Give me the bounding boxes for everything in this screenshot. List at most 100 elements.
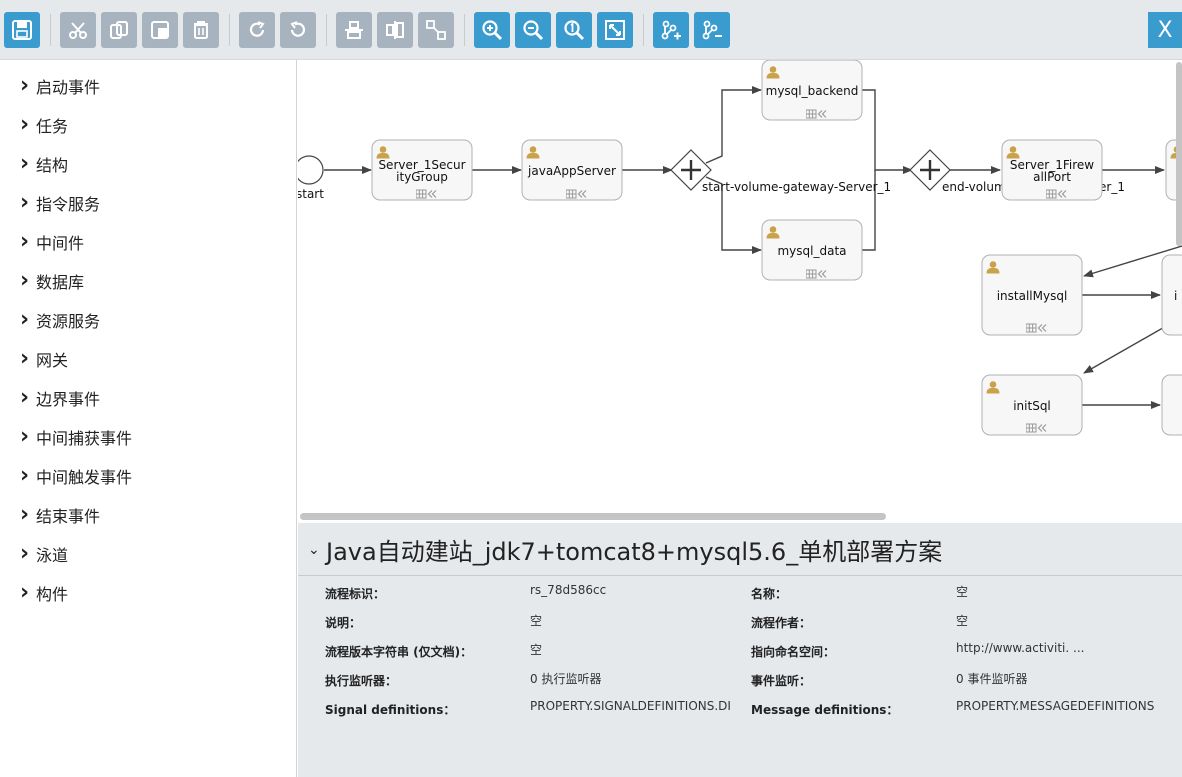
task-label: mysql_backend bbox=[766, 84, 859, 98]
palette-group-label: 边界事件 bbox=[36, 390, 101, 409]
align-vertical-button[interactable] bbox=[336, 12, 372, 48]
property-label: 名称： bbox=[751, 587, 788, 601]
bend-point-add-button[interactable] bbox=[653, 12, 689, 48]
same-size-button[interactable] bbox=[418, 12, 454, 48]
palette-group-label: 中间触发事件 bbox=[36, 468, 133, 487]
task-partial-right-mid[interactable]: i bbox=[1161, 254, 1182, 336]
property-value[interactable]: PROPERTY.SIGNALDEFINITIONS.DI bbox=[530, 699, 744, 713]
scrollbar-thumb[interactable] bbox=[300, 513, 886, 520]
palette-group[interactable]: › 任务 bbox=[20, 113, 68, 137]
property-label: 指向命名空间： bbox=[751, 645, 836, 659]
copy-button[interactable] bbox=[101, 12, 137, 48]
task-mysql-data[interactable]: mysql_data bbox=[761, 219, 863, 281]
task-java-app-server[interactable]: javaAppServer bbox=[521, 139, 623, 201]
property-value[interactable]: 0 执行监听器 bbox=[530, 670, 744, 687]
flow-gateway-to-backend[interactable] bbox=[705, 86, 762, 164]
zoom-out-button[interactable] bbox=[515, 12, 551, 48]
horizontal-scrollbar[interactable] bbox=[298, 510, 1182, 523]
palette-group[interactable]: › 中间触发事件 bbox=[20, 464, 132, 488]
start-event[interactable] bbox=[298, 155, 324, 185]
start-event-label: start bbox=[298, 187, 324, 201]
property-value[interactable]: http://www.activiti. ... bbox=[956, 641, 1176, 655]
palette-group[interactable]: › 结构 bbox=[20, 152, 68, 176]
chevron-right-icon: › bbox=[20, 580, 30, 605]
palette-group[interactable]: › 边界事件 bbox=[20, 386, 100, 410]
task-init-sql[interactable]: initSql bbox=[981, 374, 1083, 436]
task-label: mysql_data bbox=[777, 244, 846, 258]
align-horizontal-button[interactable] bbox=[377, 12, 413, 48]
cut-icon bbox=[69, 22, 87, 39]
property-value[interactable]: 空 bbox=[956, 612, 1176, 629]
zoom-in-button[interactable] bbox=[474, 12, 510, 48]
chevron-right-icon: › bbox=[20, 502, 30, 527]
task-partial-right-bottom[interactable] bbox=[1161, 374, 1182, 436]
property-value[interactable]: 空 bbox=[956, 583, 1176, 600]
palette-group[interactable]: › 数据库 bbox=[20, 269, 84, 293]
palette-group-label: 数据库 bbox=[36, 273, 85, 292]
palette-group-label: 任务 bbox=[36, 117, 69, 136]
task-mysql-backend[interactable]: mysql_backend bbox=[761, 60, 863, 121]
property-value[interactable]: 空 bbox=[530, 612, 744, 629]
gateway-start-label: start-volume-gateway-Server_1 bbox=[702, 180, 891, 194]
palette-group[interactable]: › 资源服务 bbox=[20, 308, 100, 332]
task-server-security-group[interactable]: Server_1Secur ityGroup bbox=[371, 139, 473, 201]
property-value[interactable]: 空 bbox=[530, 641, 744, 658]
sequence-flows bbox=[324, 86, 1182, 409]
task-install-mysql[interactable]: installMysql bbox=[981, 254, 1083, 336]
palette-group[interactable]: › 泳道 bbox=[20, 542, 68, 566]
chevron-right-icon: › bbox=[20, 268, 30, 293]
palette-group-label: 中间件 bbox=[36, 234, 85, 253]
save-icon bbox=[12, 20, 32, 40]
align-horizontal-icon bbox=[386, 21, 404, 39]
chevron-right-icon: › bbox=[20, 151, 30, 176]
diagram-canvas[interactable]: start Server_1Secur ityGroup javaAppServ… bbox=[298, 60, 1182, 522]
property-value[interactable]: rs_78d586cc bbox=[530, 583, 744, 597]
vertical-scrollbar[interactable] bbox=[1176, 62, 1182, 246]
properties-header[interactable]: ⌄ Java自动建站_jdk7+tomcat8+mysql5.6_单机部署方案 bbox=[298, 523, 1182, 576]
palette-group[interactable]: › 构件 bbox=[20, 581, 68, 605]
palette-sidebar: › 启动事件 › 任务 › 结构 › 指令服务 › 中间件 › 数据库 › 资源服务 › 网关 › 边界事件 › 中间… bbox=[0, 60, 297, 777]
zoom-actual-button[interactable] bbox=[556, 12, 592, 48]
palette-group[interactable]: › 中间捕获事件 bbox=[20, 425, 132, 449]
undo-button[interactable] bbox=[280, 12, 316, 48]
zoom-in-icon bbox=[482, 20, 503, 41]
property-value[interactable]: 0 事件监听器 bbox=[956, 670, 1176, 687]
palette-group[interactable]: › 网关 bbox=[20, 347, 68, 371]
bend-point-remove-button[interactable] bbox=[694, 12, 730, 48]
palette-group[interactable]: › 启动事件 bbox=[20, 74, 100, 98]
property-label: 执行监听器： bbox=[325, 674, 398, 688]
palette-group[interactable]: › 结束事件 bbox=[20, 503, 100, 527]
property-label: Message definitions： bbox=[751, 703, 899, 717]
property-value[interactable]: PROPERTY.MESSAGEDEFINITIONS bbox=[956, 699, 1176, 713]
cut-button[interactable] bbox=[60, 12, 96, 48]
chevron-right-icon: › bbox=[20, 307, 30, 332]
paste-button[interactable] bbox=[142, 12, 178, 48]
zoom-fit-button[interactable] bbox=[597, 12, 633, 48]
redo-button[interactable] bbox=[239, 12, 275, 48]
task-server-firewall-port[interactable]: Server_1Firew allPort bbox=[1001, 139, 1103, 201]
chevron-down-icon[interactable]: ⌄ bbox=[308, 541, 326, 558]
save-button[interactable] bbox=[4, 12, 40, 48]
close-button[interactable]: X bbox=[1148, 12, 1182, 48]
delete-button[interactable] bbox=[183, 12, 219, 48]
palette-group-label: 指令服务 bbox=[36, 195, 101, 214]
chevron-right-icon: › bbox=[20, 541, 30, 566]
task-label: javaAppServer bbox=[527, 164, 616, 178]
palette-group-label: 网关 bbox=[36, 351, 69, 370]
palette-group[interactable]: › 中间件 bbox=[20, 230, 84, 254]
palette-group[interactable]: › 指令服务 bbox=[20, 191, 100, 215]
delete-icon bbox=[194, 21, 208, 39]
same-size-icon bbox=[426, 20, 446, 40]
chevron-right-icon: › bbox=[20, 112, 30, 137]
undo-icon bbox=[290, 21, 306, 37]
flow-to-initsql[interactable] bbox=[1083, 324, 1169, 374]
toolbar: X bbox=[0, 0, 1182, 60]
chevron-right-icon: › bbox=[20, 424, 30, 449]
copy-icon bbox=[110, 21, 128, 39]
bend-point-remove-icon bbox=[702, 20, 722, 40]
task-label: initSql bbox=[1013, 399, 1051, 413]
flow-backend-to-endgateway[interactable] bbox=[862, 89, 913, 174]
property-label: 流程标识： bbox=[325, 587, 386, 601]
palette-group-label: 泳道 bbox=[36, 546, 69, 565]
chevron-right-icon: › bbox=[20, 190, 30, 215]
